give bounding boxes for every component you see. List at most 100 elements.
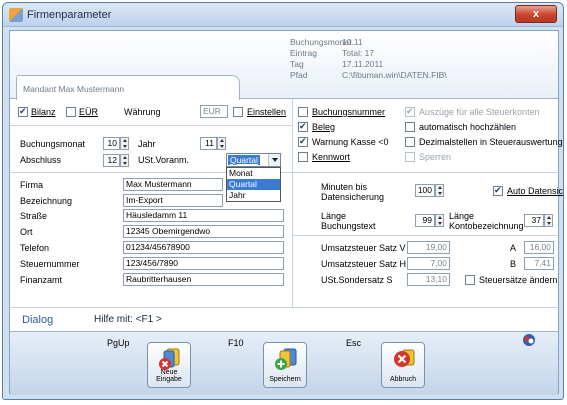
dropdown-option-quartal[interactable]: Quartal [227, 179, 280, 190]
info-row-buchungsmonat: Buchungsmonat10.11 [290, 37, 363, 47]
divider-middle [10, 172, 558, 173]
bezeichnung-field[interactable]: Im-Export [123, 194, 223, 207]
speichern-label: Speichern [269, 376, 301, 383]
abbruch-button[interactable]: Abbruch [381, 342, 425, 388]
divider-left-top [10, 125, 292, 126]
waehrung-label: Währung [124, 107, 161, 117]
buchungsnummer-label: Buchungsnummer [312, 107, 386, 117]
laenge-konto-stepper[interactable] [544, 214, 553, 227]
ust-satz-v-field[interactable]: 19,00 [407, 241, 450, 254]
speichern-button[interactable]: Speichern [263, 342, 307, 388]
tab-mandant[interactable]: Mandant Max Mustermann [16, 75, 240, 100]
beleg-label: Beleg [312, 122, 336, 132]
header-area: Buchungsmonat10.11 Eintrag Total: 17 Tag 1… [10, 31, 558, 100]
auszuege-checkbox[interactable] [405, 106, 415, 117]
ust-sondersatz-label: USt.Sondersatz S [321, 275, 393, 285]
info-row-tag: Tag 17.11.2011 [290, 59, 384, 69]
minuten-stepper[interactable] [435, 184, 444, 197]
dropdown-option-jahr[interactable]: Jahr [227, 190, 280, 201]
steuernummer-label: Steuernummer [20, 259, 80, 269]
auto-datensicherung-checkbox[interactable] [493, 185, 503, 196]
jahr-field[interactable]: 11 [200, 137, 217, 150]
buchungsmonat-label: Buchungsmonat [20, 139, 86, 149]
laenge-buchungstext-label-line1: Länge [321, 211, 347, 221]
minuten-label-line1: Minuten bis [321, 182, 368, 192]
eur-label: EÜR [79, 107, 99, 117]
app-icon [9, 8, 23, 22]
automatisch-label: automatisch hochzählen [419, 122, 517, 132]
ust-b-label: B [510, 259, 517, 269]
firmenparameter-window: Firmenparameter x Buchungsmonat10.11 Ein… [2, 2, 564, 400]
steuersaetze-aendern-checkbox[interactable] [465, 275, 475, 285]
help-hint: Hilfe mit: <F1 > [94, 314, 162, 325]
warnung-kasse-checkbox[interactable] [298, 136, 308, 147]
firma-label: Firma [20, 180, 43, 190]
ust-satz-h-field[interactable]: 7,00 [407, 257, 450, 270]
strasse-label: Straße [20, 211, 48, 221]
chevron-down-icon[interactable] [268, 154, 280, 166]
bezeichnung-label: Bezeichnung [20, 196, 73, 206]
dezimalstellen-checkbox[interactable] [405, 137, 415, 147]
ust-sondersatz-field[interactable]: 13,10 [407, 273, 450, 286]
finanzamt-field[interactable]: Raubritterhausen [123, 273, 284, 286]
auszuege-label: Auszüge für alle Steuerkonten [419, 107, 540, 117]
einstellen-label: Einstellen [247, 107, 287, 117]
firma-field[interactable]: Max Mustermann [123, 178, 223, 191]
footer-bar: PgUp F10 Esc Neue Eingabe Speichern Abbr… [10, 331, 558, 395]
info-row-eintrag: Eintrag Total: 17 [290, 48, 375, 58]
pgup-key-label: PgUp [107, 338, 130, 348]
abschluss-label: Abschluss [20, 155, 62, 165]
ust-satz-v-label: Umsatzsteuer Satz V [321, 243, 406, 253]
einstellen-checkbox[interactable] [233, 107, 243, 117]
finanzamt-label: Finanzamt [20, 275, 63, 285]
help-icon[interactable] [522, 333, 536, 347]
laenge-konto-field[interactable]: 37 [524, 214, 544, 227]
beleg-checkbox[interactable] [298, 121, 308, 132]
sperren-checkbox[interactable] [405, 152, 415, 162]
minuten-label-line2: Datensicherung [321, 192, 385, 202]
minuten-field[interactable]: 100 [415, 184, 435, 197]
dialog-bar: Dialog Hilfe mit: <F1 > [10, 307, 558, 331]
telefon-field[interactable]: 01234/45678900 [123, 241, 284, 254]
abschluss-field[interactable]: 12 [103, 154, 120, 167]
jahr-stepper[interactable] [217, 137, 226, 150]
laenge-buchungstext-label-line2: Buchungstext [321, 221, 376, 231]
info-table: Buchungsmonat10.11 Eintrag Total: 17 Tag 1… [290, 37, 447, 81]
abschluss-stepper[interactable] [120, 154, 129, 167]
buchungsmonat-field[interactable]: 10 [103, 137, 120, 150]
automatisch-checkbox[interactable] [405, 122, 415, 132]
ust-voranm-select[interactable]: Quartal [226, 153, 281, 167]
eur-checkbox[interactable] [66, 107, 76, 117]
ort-label: Ort [20, 227, 33, 237]
window-title: Firmenparameter [27, 9, 112, 21]
ust-b-field[interactable]: 7,41 [524, 257, 554, 270]
bilanz-checkbox[interactable] [18, 106, 28, 117]
f10-key-label: F10 [228, 338, 244, 348]
kennwort-checkbox[interactable] [298, 152, 308, 162]
esc-key-label: Esc [346, 338, 362, 348]
jahr-label: Jahr [138, 139, 156, 149]
auto-datensicherung-label: Auto Datensicherung [507, 186, 564, 196]
laenge-konto-label-line2: Kontobezeichnung [449, 221, 524, 231]
laenge-buchungstext-stepper[interactable] [435, 214, 444, 227]
cancel-icon [394, 349, 415, 367]
dropdown-option-monat[interactable]: Monat [227, 168, 280, 179]
neue-eingabe-label: Neue Eingabe [156, 369, 182, 383]
ort-field[interactable]: 12345 Obernirgendwo [123, 225, 284, 238]
title-bar: Firmenparameter x [3, 3, 563, 27]
close-button[interactable]: x [515, 5, 557, 23]
ust-voranm-value: Quartal [228, 155, 260, 165]
telefon-label: Telefon [20, 243, 50, 253]
buchungsmonat-stepper[interactable] [120, 137, 129, 150]
steuersaetze-aendern-label: Steuersätze ändern [479, 275, 558, 285]
ust-a-label: A [510, 243, 517, 253]
strasse-field[interactable]: Häusledamm 11 [123, 209, 284, 222]
ust-a-field[interactable]: 16,00 [524, 241, 554, 254]
info-row-pfad: Pfad C:\fibuman.win\DATEN.FIB\ [290, 70, 447, 80]
steuernummer-field[interactable]: 123/456/7890 [123, 257, 284, 270]
buchungsnummer-checkbox[interactable] [298, 107, 308, 117]
neue-eingabe-button[interactable]: Neue Eingabe [147, 342, 191, 388]
laenge-buchungstext-field[interactable]: 99 [415, 214, 435, 227]
waehrung-field[interactable]: EUR [200, 105, 228, 118]
kennwort-label: Kennwort [312, 152, 351, 162]
